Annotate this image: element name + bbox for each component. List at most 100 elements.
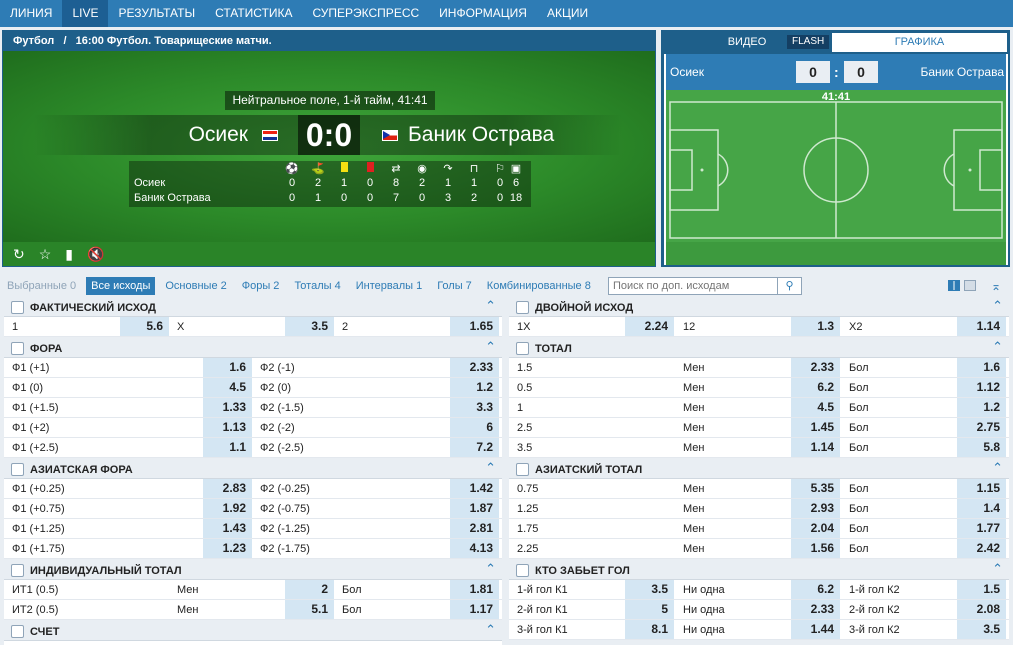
search-icon[interactable]: ⚲	[777, 278, 801, 294]
odds-button[interactable]: 1.44	[791, 620, 840, 639]
odds-button[interactable]: 7.2	[450, 438, 499, 457]
odds-button[interactable]: 6.2	[791, 378, 840, 397]
odds-button[interactable]: 8.1	[625, 620, 674, 639]
market-checkbox[interactable]	[11, 301, 24, 314]
tab-graphics[interactable]: ГРАФИКА	[832, 33, 1007, 52]
odds-button[interactable]: 5	[625, 600, 674, 619]
nav-results[interactable]: РЕЗУЛЬТАТЫ	[108, 0, 205, 27]
one-column-view-icon[interactable]	[964, 280, 976, 291]
odds-button[interactable]: 1.1	[203, 438, 252, 457]
filter-main[interactable]: Основные 2	[160, 277, 231, 295]
odds-button[interactable]: 5.1	[285, 600, 334, 619]
odds-button[interactable]: 5.8	[957, 438, 1006, 457]
filter-goals[interactable]: Голы 7	[432, 277, 477, 295]
market-checkbox[interactable]	[516, 463, 529, 476]
filter-totals[interactable]: Тоталы 4	[289, 277, 345, 295]
star-icon[interactable]: ☆	[39, 246, 52, 263]
odds-button[interactable]: 1.6	[957, 358, 1006, 377]
tab-flash[interactable]: FLASH	[787, 35, 830, 49]
filter-combined[interactable]: Комбинированные 8	[482, 277, 596, 295]
odds-button[interactable]: 2.75	[957, 418, 1006, 437]
odds-button[interactable]: 3.5	[957, 620, 1006, 639]
filter-selected[interactable]: Выбранные 0	[2, 277, 81, 295]
odds-button[interactable]: 4.5	[203, 378, 252, 397]
mute-icon[interactable]: 🔇	[87, 246, 104, 263]
chevron-up-icon[interactable]: ⌃	[485, 339, 496, 355]
nav-live[interactable]: LIVE	[62, 0, 109, 27]
odds-button[interactable]: 1.43	[203, 519, 252, 538]
odds-button[interactable]: 1.2	[957, 398, 1006, 417]
odds-button[interactable]: 1.17	[450, 600, 499, 619]
odds-button[interactable]: 1.33	[203, 398, 252, 417]
market-checkbox[interactable]	[11, 564, 24, 577]
collapse-all-icon[interactable]: ⌅	[987, 278, 1005, 294]
chevron-up-icon[interactable]: ⌃	[485, 561, 496, 577]
odds-button[interactable]: 1.13	[203, 418, 252, 437]
filter-all[interactable]: Все исходы	[86, 277, 156, 295]
odds-button[interactable]: 1.45	[791, 418, 840, 437]
odds-button[interactable]: 1.15	[957, 479, 1006, 498]
odds-button[interactable]: 3.5	[625, 580, 674, 599]
market-checkbox[interactable]	[11, 463, 24, 476]
nav-superexpress[interactable]: СУПЕРЭКСПРЕСС	[303, 0, 430, 27]
odds-button[interactable]: 1.12	[957, 378, 1006, 397]
odds-button[interactable]: 3.5	[285, 317, 334, 336]
odds-button[interactable]: 2.33	[450, 358, 499, 377]
market-checkbox[interactable]	[11, 342, 24, 355]
refresh-icon[interactable]: ↻	[13, 246, 25, 263]
odds-button[interactable]: 1.4	[957, 499, 1006, 518]
breadcrumb-sport[interactable]: Футбол	[13, 35, 54, 47]
odds-button[interactable]: 1.6	[203, 358, 252, 377]
nav-information[interactable]: ИНФОРМАЦИЯ	[429, 0, 537, 27]
chevron-up-icon[interactable]: ⌃	[992, 339, 1003, 355]
odds-button[interactable]: 2.33	[791, 358, 840, 377]
odds-button[interactable]: 2.93	[791, 499, 840, 518]
odds-button[interactable]: 1.65	[450, 317, 499, 336]
odds-button[interactable]: 4.13	[450, 539, 499, 558]
odds-button[interactable]: 1.92	[203, 499, 252, 518]
odds-button[interactable]: 1.23	[203, 539, 252, 558]
odds-button[interactable]: 5.6	[120, 317, 169, 336]
odds-button[interactable]: 1.87	[450, 499, 499, 518]
odds-button[interactable]: 1.81	[450, 580, 499, 599]
odds-button[interactable]: 1.2	[450, 378, 499, 397]
chevron-up-icon[interactable]: ⌃	[992, 298, 1003, 314]
odds-button[interactable]: 1.14	[957, 317, 1006, 336]
search-input[interactable]	[609, 278, 777, 294]
market-checkbox[interactable]	[11, 625, 24, 638]
odds-button[interactable]: 1.77	[957, 519, 1006, 538]
market-checkbox[interactable]	[516, 564, 529, 577]
odds-button[interactable]: 3.3	[450, 398, 499, 417]
nav-liniya[interactable]: ЛИНИЯ	[0, 0, 62, 27]
odds-button[interactable]: 6	[450, 418, 499, 437]
market-checkbox[interactable]	[516, 301, 529, 314]
odds-button[interactable]: 1.56	[791, 539, 840, 558]
odds-button[interactable]: 1.5	[957, 580, 1006, 599]
odds-button[interactable]: 2.83	[203, 479, 252, 498]
odds-button[interactable]: 2	[285, 580, 334, 599]
two-column-view-icon[interactable]	[948, 280, 960, 291]
odds-button[interactable]: 2.33	[791, 600, 840, 619]
odds-button[interactable]: 2.42	[957, 539, 1006, 558]
odds-button[interactable]: 5.35	[791, 479, 840, 498]
filter-handicaps[interactable]: Форы 2	[237, 277, 285, 295]
filter-intervals[interactable]: Интервалы 1	[351, 277, 427, 295]
odds-button[interactable]: 1.14	[791, 438, 840, 457]
odds-button[interactable]: 2.24	[625, 317, 674, 336]
chevron-up-icon[interactable]: ⌃	[485, 298, 496, 314]
odds-button[interactable]: 1.42	[450, 479, 499, 498]
nav-statistics[interactable]: СТАТИСТИКА	[205, 0, 302, 27]
odds-button[interactable]: 2.08	[957, 600, 1006, 619]
market-checkbox[interactable]	[516, 342, 529, 355]
odds-button[interactable]: 2.04	[791, 519, 840, 538]
odds-button[interactable]: 2.81	[450, 519, 499, 538]
chevron-up-icon[interactable]: ⌃	[485, 460, 496, 476]
tab-video[interactable]: ВИДЕО	[722, 33, 772, 52]
nav-promotions[interactable]: АКЦИИ	[537, 0, 598, 27]
bar-chart-icon[interactable]: ▮	[65, 246, 73, 263]
chevron-up-icon[interactable]: ⌃	[992, 460, 1003, 476]
chevron-up-icon[interactable]: ⌃	[485, 622, 496, 638]
chevron-up-icon[interactable]: ⌃	[992, 561, 1003, 577]
odds-button[interactable]: 4.5	[791, 398, 840, 417]
odds-button[interactable]: 6.2	[791, 580, 840, 599]
